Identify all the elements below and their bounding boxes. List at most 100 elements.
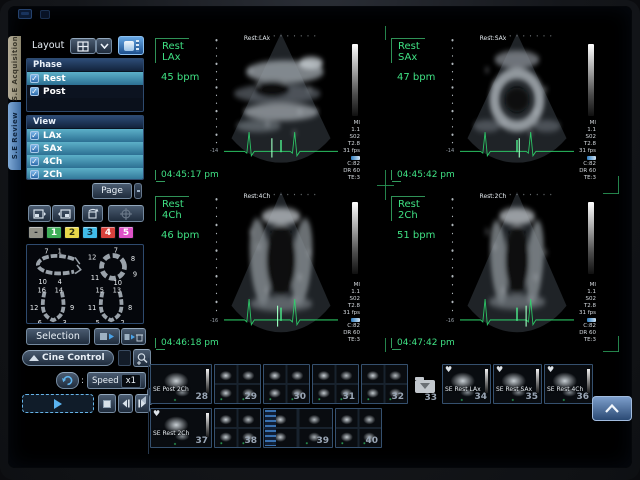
thumbnail-40[interactable]: 40 (335, 408, 382, 448)
speed-control[interactable]: Speed x1 (87, 372, 146, 389)
capture-view-button[interactable] (118, 36, 144, 55)
svg-text:12: 12 (30, 304, 38, 312)
imaging-parameters: MI1.1S02T2.831 fpsC:82DR 60TE:3 (562, 120, 596, 182)
score-button-1[interactable]: 1 (46, 226, 62, 239)
thumbnail-31[interactable]: 31 (312, 364, 359, 404)
view-item-lax[interactable]: ✓LAx (27, 129, 143, 142)
phase-item-post[interactable]: ✓ Post (27, 85, 143, 98)
thumbnail-34[interactable]: ♥SE Rest LAx34 (442, 364, 491, 404)
image-icon (124, 41, 134, 51)
tab-se-review[interactable]: S.E Review (8, 102, 21, 170)
score-button-none[interactable]: - (28, 226, 44, 239)
thumbnail-38[interactable]: 38 (214, 408, 261, 448)
monitor-icon (18, 9, 32, 19)
parameter-line: 31 fps (326, 148, 360, 155)
score-button-2[interactable]: 2 (64, 226, 80, 239)
heart-rate: 51 bpm (397, 230, 435, 241)
target-tool-button[interactable] (108, 205, 144, 222)
score-button-3[interactable]: 3 (82, 226, 98, 239)
parameter-line: 31 fps (562, 310, 596, 317)
view-item-4ch[interactable]: ✓4Ch (27, 155, 143, 168)
thumbnail-35[interactable]: ♥SE Rest SAx35 (493, 364, 542, 404)
quadrant-rest-lax[interactable]: RestLAx 45 bpm Rest:LAx MI1.1S02T2.831 f… (150, 26, 384, 182)
quadrant-label: Rest2Ch (391, 196, 425, 221)
svg-text:7: 7 (114, 247, 118, 255)
rotate-view-button[interactable] (82, 205, 103, 222)
page-spinner[interactable] (134, 183, 142, 199)
checkbox-checked-icon[interactable]: ✓ (30, 144, 39, 153)
stop-button[interactable] (98, 394, 116, 413)
heart-icon: ♥ (445, 365, 452, 374)
quadrant-rest-2ch[interactable]: Rest2Ch 51 bpm Rest:2Ch MI1.1S02T2.831 f… (386, 184, 624, 350)
thumbnail-33[interactable]: 33 (410, 364, 440, 404)
thumbnail-30[interactable]: 30 (263, 364, 310, 404)
cine-control-collapse[interactable]: Cine Control (22, 350, 114, 366)
layout-dropdown[interactable] (70, 38, 96, 54)
score-button-5[interactable]: 5 (118, 226, 134, 239)
crosshair-icon (120, 208, 132, 220)
thumbnail-36[interactable]: ♥SE Rest 4Ch36 (544, 364, 593, 404)
quadrant-rest-4ch[interactable]: Rest4Ch 46 bpm Rest:4Ch MI1.1S02T2.831 f… (150, 184, 384, 350)
parameter-line: S02 (562, 296, 596, 303)
thumbnail-29[interactable]: 29 (214, 364, 261, 404)
stop-icon (103, 400, 111, 408)
quadrant-divider-mark (385, 26, 386, 40)
page-button[interactable]: Page (92, 183, 132, 199)
parameter-line: 1.1 (326, 289, 360, 296)
loop-mode-button[interactable] (56, 372, 79, 389)
filmstrip-scroll-up-button[interactable] (592, 396, 632, 421)
parameter-line: TE:3 (326, 337, 360, 344)
sector-title: Rest:2Ch (458, 193, 528, 200)
checkbox-checked-icon[interactable]: ✓ (30, 157, 39, 166)
checkbox-checked-icon[interactable]: ✓ (30, 170, 39, 179)
selection-button[interactable]: Selection (26, 328, 90, 345)
checkbox-checked-icon[interactable]: ✓ (30, 87, 39, 96)
parameter-line: T2.8 (562, 141, 596, 148)
send-selection-button[interactable] (94, 328, 120, 345)
score-button-4[interactable]: 4 (100, 226, 116, 239)
parameter-line: 1.1 (562, 127, 596, 134)
phase-item-rest[interactable]: ✓ Rest (27, 72, 143, 85)
folder-icon (415, 380, 435, 393)
diagram-sax: 7 8 9 10 11 12 (85, 245, 143, 285)
image-arrow-icon (99, 332, 116, 341)
application-screen: S.E Acquisition S.E Review Layout Phase … (8, 6, 632, 468)
thumbnail-32[interactable]: 32 (361, 364, 408, 404)
quadrant-rest-sax[interactable]: RestSAx 47 bpm Rest:SAx MI1.1S02T2.831 f… (386, 26, 624, 182)
play-button[interactable] (22, 394, 94, 413)
cine-option-box[interactable] (118, 350, 131, 366)
parameter-line: S02 (326, 134, 360, 141)
svg-text:16: 16 (37, 287, 45, 295)
parameter-line: S02 (326, 296, 360, 303)
view-item-sax[interactable]: ✓SAx (27, 142, 143, 155)
checkbox-checked-icon[interactable]: ✓ (30, 74, 39, 83)
layout-dropdown-chevron[interactable] (96, 38, 112, 54)
phase-panel-header: Phase (27, 59, 143, 72)
phase-panel: Phase ✓ Rest ✓ Post (26, 58, 144, 112)
tab-se-acquisition[interactable]: S.E Acquisition (8, 36, 21, 100)
parameter-line: 1.1 (326, 127, 360, 134)
view-item-2ch[interactable]: ✓2Ch (27, 168, 143, 180)
filmstrip-scroll-left-icon[interactable] (141, 396, 146, 404)
step-back-button[interactable] (118, 394, 133, 413)
diagram-apical-b: 15 13 11 8 5 2 (85, 285, 143, 324)
step-back-icon (121, 399, 130, 408)
filmstrip-row-2: ♥SE Rest 2Ch37383940 (150, 408, 382, 448)
parameter-line: C:82 (562, 323, 596, 330)
thumbnail-number: 29 (244, 392, 257, 402)
thumbnail-28[interactable]: SE Post 2Ch28 (150, 364, 212, 404)
thumbnail-37[interactable]: ♥SE Rest 2Ch37 (150, 408, 212, 448)
delete-selection-button[interactable] (121, 328, 146, 345)
colormap-icon (351, 318, 360, 322)
thumbnail-39[interactable]: 39 (263, 408, 333, 448)
loop-icon (61, 375, 74, 386)
svg-text:4: 4 (58, 278, 62, 285)
parameter-line: MI (326, 282, 360, 289)
compare-right-button[interactable] (52, 205, 75, 222)
checkbox-checked-icon[interactable]: ✓ (30, 131, 39, 140)
image-compare-icon (57, 209, 71, 219)
thumbnail-label: SE Rest 2Ch (153, 430, 189, 437)
compare-left-button[interactable] (28, 205, 51, 222)
grayscale-bar (352, 44, 358, 116)
report-strip-icon (265, 410, 276, 446)
